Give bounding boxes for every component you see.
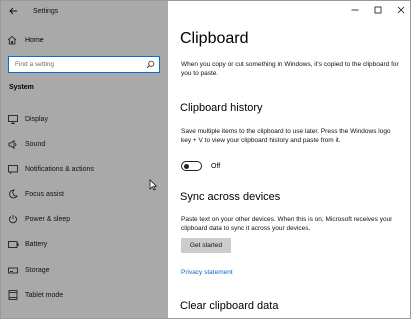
display-icon xyxy=(7,113,19,125)
privacy-statement-link[interactable]: Privacy statement xyxy=(181,269,233,276)
clipboard-history-toggle-row: Off xyxy=(181,161,220,171)
sidebar-item-focus-assist[interactable]: Focus assist xyxy=(7,187,162,201)
sync-description: Paste text on your other devices. When t… xyxy=(181,216,393,232)
close-button[interactable] xyxy=(389,1,410,19)
power-icon xyxy=(7,213,19,225)
battery-icon xyxy=(7,238,19,250)
settings-window: Settings Home Find a setting System Disp… xyxy=(0,0,411,319)
sidebar-item-label: Sound xyxy=(25,140,46,148)
maximize-button[interactable] xyxy=(366,1,389,19)
back-arrow-icon xyxy=(8,7,17,15)
clear-clipboard-heading: Clear clipboard data xyxy=(180,300,279,312)
nav-home[interactable]: Home xyxy=(7,33,44,47)
sidebar-item-notifications[interactable]: Notifications & actions xyxy=(7,162,162,176)
tablet-icon xyxy=(7,289,19,301)
sidebar-item-label: Tablet mode xyxy=(25,291,64,299)
sync-heading: Sync across devices xyxy=(180,191,281,203)
sidebar-item-storage[interactable]: Storage xyxy=(7,263,162,277)
clipboard-history-description: Save multiple items to the clipboard to … xyxy=(181,128,391,144)
search-icon[interactable] xyxy=(143,58,157,72)
sidebar-item-sound[interactable]: Sound xyxy=(7,137,162,151)
get-started-button[interactable]: Get started xyxy=(181,238,231,253)
minimize-icon xyxy=(351,9,358,11)
sidebar-item-label: Storage xyxy=(25,266,50,274)
sound-icon xyxy=(7,138,19,150)
sidebar-item-battery[interactable]: Battery xyxy=(7,237,162,251)
search-placeholder: Find a setting xyxy=(15,61,55,68)
toggle-knob xyxy=(184,163,189,169)
window-title: Settings xyxy=(33,7,59,15)
close-icon xyxy=(397,6,404,14)
minimize-button[interactable] xyxy=(343,1,366,19)
section-header-system: System xyxy=(9,84,34,91)
sidebar-item-label: Notifications & actions xyxy=(25,165,94,173)
sidebar-item-label: Display xyxy=(25,115,48,123)
sidebar-item-label: Power & sleep xyxy=(25,215,71,223)
search-input[interactable]: Find a setting xyxy=(8,56,160,73)
home-icon xyxy=(7,35,17,45)
sidebar-item-label: Battery xyxy=(25,240,48,248)
title-bar: Settings xyxy=(1,1,168,21)
sidebar-item-display[interactable]: Display xyxy=(7,112,162,126)
moon-icon xyxy=(7,188,19,200)
caption-buttons xyxy=(343,1,410,21)
mouse-cursor-icon xyxy=(149,179,157,191)
page-title: Clipboard xyxy=(180,30,249,47)
intro-text: When you copy or cut something in Window… xyxy=(181,61,399,77)
sidebar-item-power-sleep[interactable]: Power & sleep xyxy=(7,212,162,226)
clipboard-history-toggle[interactable] xyxy=(181,161,202,171)
toggle-state-label: Off xyxy=(211,162,221,170)
maximize-icon xyxy=(374,6,381,14)
sidebar-item-tablet-mode[interactable]: Tablet mode xyxy=(7,288,162,302)
content-pane: Clipboard When you copy or cut something… xyxy=(168,1,410,318)
nav-home-label: Home xyxy=(25,36,44,44)
clipboard-history-heading: Clipboard history xyxy=(180,102,263,114)
back-button[interactable] xyxy=(3,1,23,21)
sidebar-item-label: Focus assist xyxy=(25,190,64,198)
notifications-icon xyxy=(7,163,19,175)
navigation-pane: Settings Home Find a setting System Disp… xyxy=(1,1,168,318)
storage-icon xyxy=(7,264,19,276)
